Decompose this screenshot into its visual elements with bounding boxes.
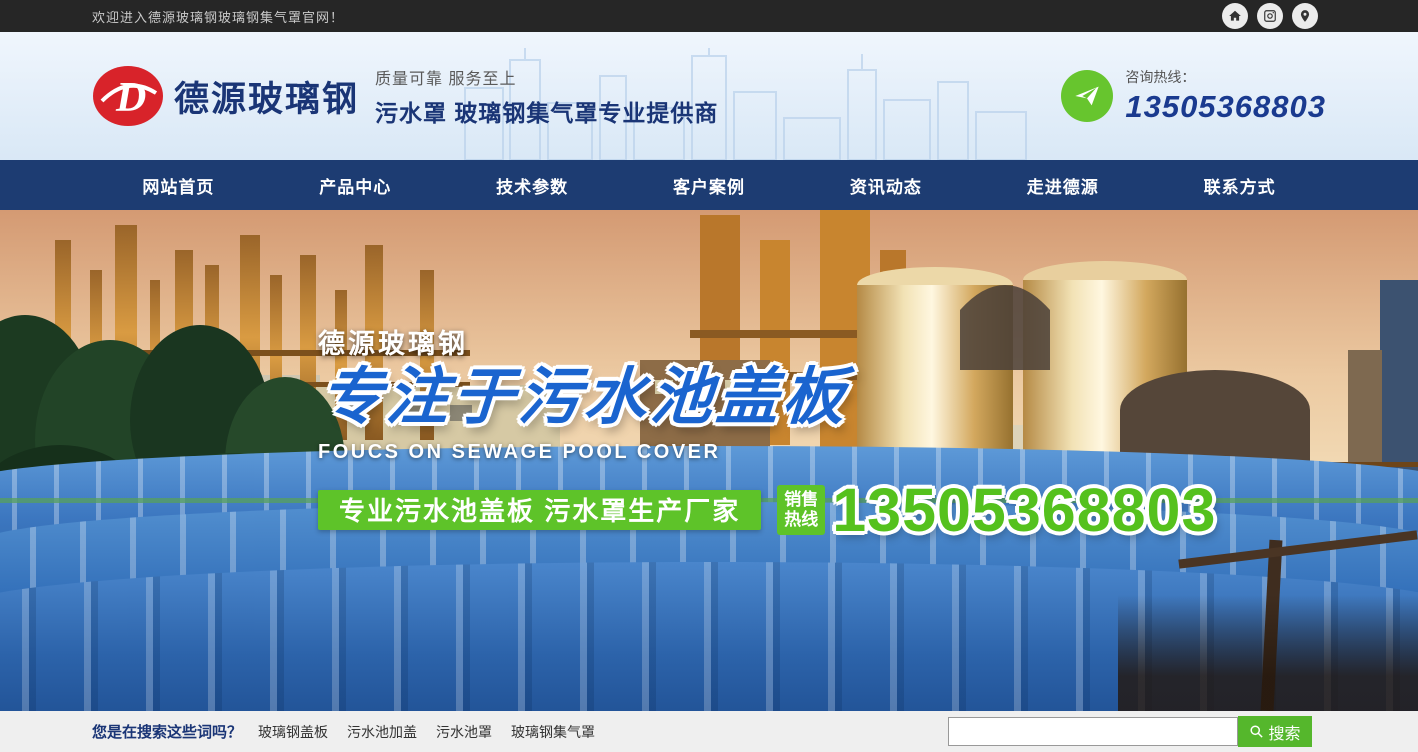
top-bar: 欢迎进入德源玻璃钢玻璃钢集气罩官网！: [0, 0, 1418, 32]
nav-item-news[interactable]: 资讯动态: [797, 160, 974, 210]
sales-hotline-number: 13505368803: [832, 475, 1216, 545]
paper-plane-icon: [1061, 70, 1113, 122]
hero-brand: 德源玻璃钢: [318, 322, 1216, 361]
keyword-link-3[interactable]: 污水池罩: [436, 722, 492, 742]
nav-item-products[interactable]: 产品中心: [267, 160, 444, 210]
svg-text:D: D: [115, 75, 146, 121]
nav-item-cases[interactable]: 客户案例: [621, 160, 798, 210]
search-button[interactable]: 搜索: [1238, 716, 1312, 747]
header-slogan: 质量可靠 服务至上 污水罩 玻璃钢集气罩专业提供商: [375, 65, 718, 128]
main-nav: 网站首页 产品中心 技术参数 客户案例 资讯动态 走进德源 联系方式: [0, 160, 1418, 210]
site-header: D 德源玻璃钢 质量可靠 服务至上 污水罩 玻璃钢集气罩专业提供商 咨询热线： …: [0, 32, 1418, 160]
keyword-link-2[interactable]: 污水池加盖: [347, 722, 417, 742]
instagram-icon[interactable]: [1257, 3, 1283, 29]
sales-label-line1: 销售: [784, 490, 818, 510]
header-hotline: 咨询热线： 13505368803: [1061, 67, 1326, 125]
topbar-social-icons: [1222, 3, 1318, 29]
hot-keywords: 玻璃钢盖板 污水池加盖 污水池罩 玻璃钢集气罩: [258, 722, 595, 742]
logo-text: 德源玻璃钢: [174, 71, 359, 122]
hero-banner-text: 专业污水池盖板 污水罩生产厂家: [318, 490, 761, 530]
search-input[interactable]: [948, 717, 1238, 746]
nav-item-home[interactable]: 网站首页: [90, 160, 267, 210]
welcome-text: 欢迎进入德源玻璃钢玻璃钢集气罩官网！: [92, 7, 344, 26]
keyword-link-4[interactable]: 玻璃钢集气罩: [511, 722, 595, 742]
search-box: 搜索: [948, 716, 1312, 747]
keyword-link-1[interactable]: 玻璃钢盖板: [258, 722, 328, 742]
slogan-line1: 质量可靠 服务至上: [375, 65, 718, 89]
slogan-line2: 污水罩 玻璃钢集气罩专业提供商: [375, 94, 718, 128]
hero-sales-hotline: 销售 热线 13505368803: [777, 475, 1216, 545]
nav-item-contact[interactable]: 联系方式: [1151, 160, 1328, 210]
nav-item-about[interactable]: 走进德源: [974, 160, 1151, 210]
hero-headline: 专注于污水池盖板: [318, 365, 1221, 432]
search-icon: [1249, 724, 1264, 739]
search-prompt: 您是在搜索这些词吗？: [92, 721, 242, 742]
search-button-label: 搜索: [1268, 720, 1300, 744]
home-icon[interactable]: [1222, 3, 1248, 29]
nav-item-specs[interactable]: 技术参数: [444, 160, 621, 210]
location-icon[interactable]: [1292, 3, 1318, 29]
search-bar: 您是在搜索这些词吗？ 玻璃钢盖板 污水池加盖 污水池罩 玻璃钢集气罩 搜索: [0, 711, 1418, 752]
hotline-label: 咨询热线：: [1125, 67, 1326, 87]
hero-banner: 德源玻璃钢 专注于污水池盖板 FOUCS ON SEWAGE POOL COVE…: [0, 210, 1418, 711]
hero-text-block: 德源玻璃钢 专注于污水池盖板 FOUCS ON SEWAGE POOL COVE…: [318, 322, 1216, 545]
company-logo[interactable]: D 德源玻璃钢: [92, 65, 359, 127]
hotline-number: 13505368803: [1125, 89, 1326, 125]
sales-hotline-label: 销售 热线: [777, 485, 825, 536]
sales-label-line2: 热线: [784, 510, 818, 530]
foreground-shadow: [1118, 595, 1418, 711]
page: 欢迎进入德源玻璃钢玻璃钢集气罩官网！: [0, 0, 1418, 752]
logo-mark-icon: D: [92, 65, 164, 127]
hero-subheadline: FOUCS ON SEWAGE POOL COVER: [318, 441, 1216, 464]
